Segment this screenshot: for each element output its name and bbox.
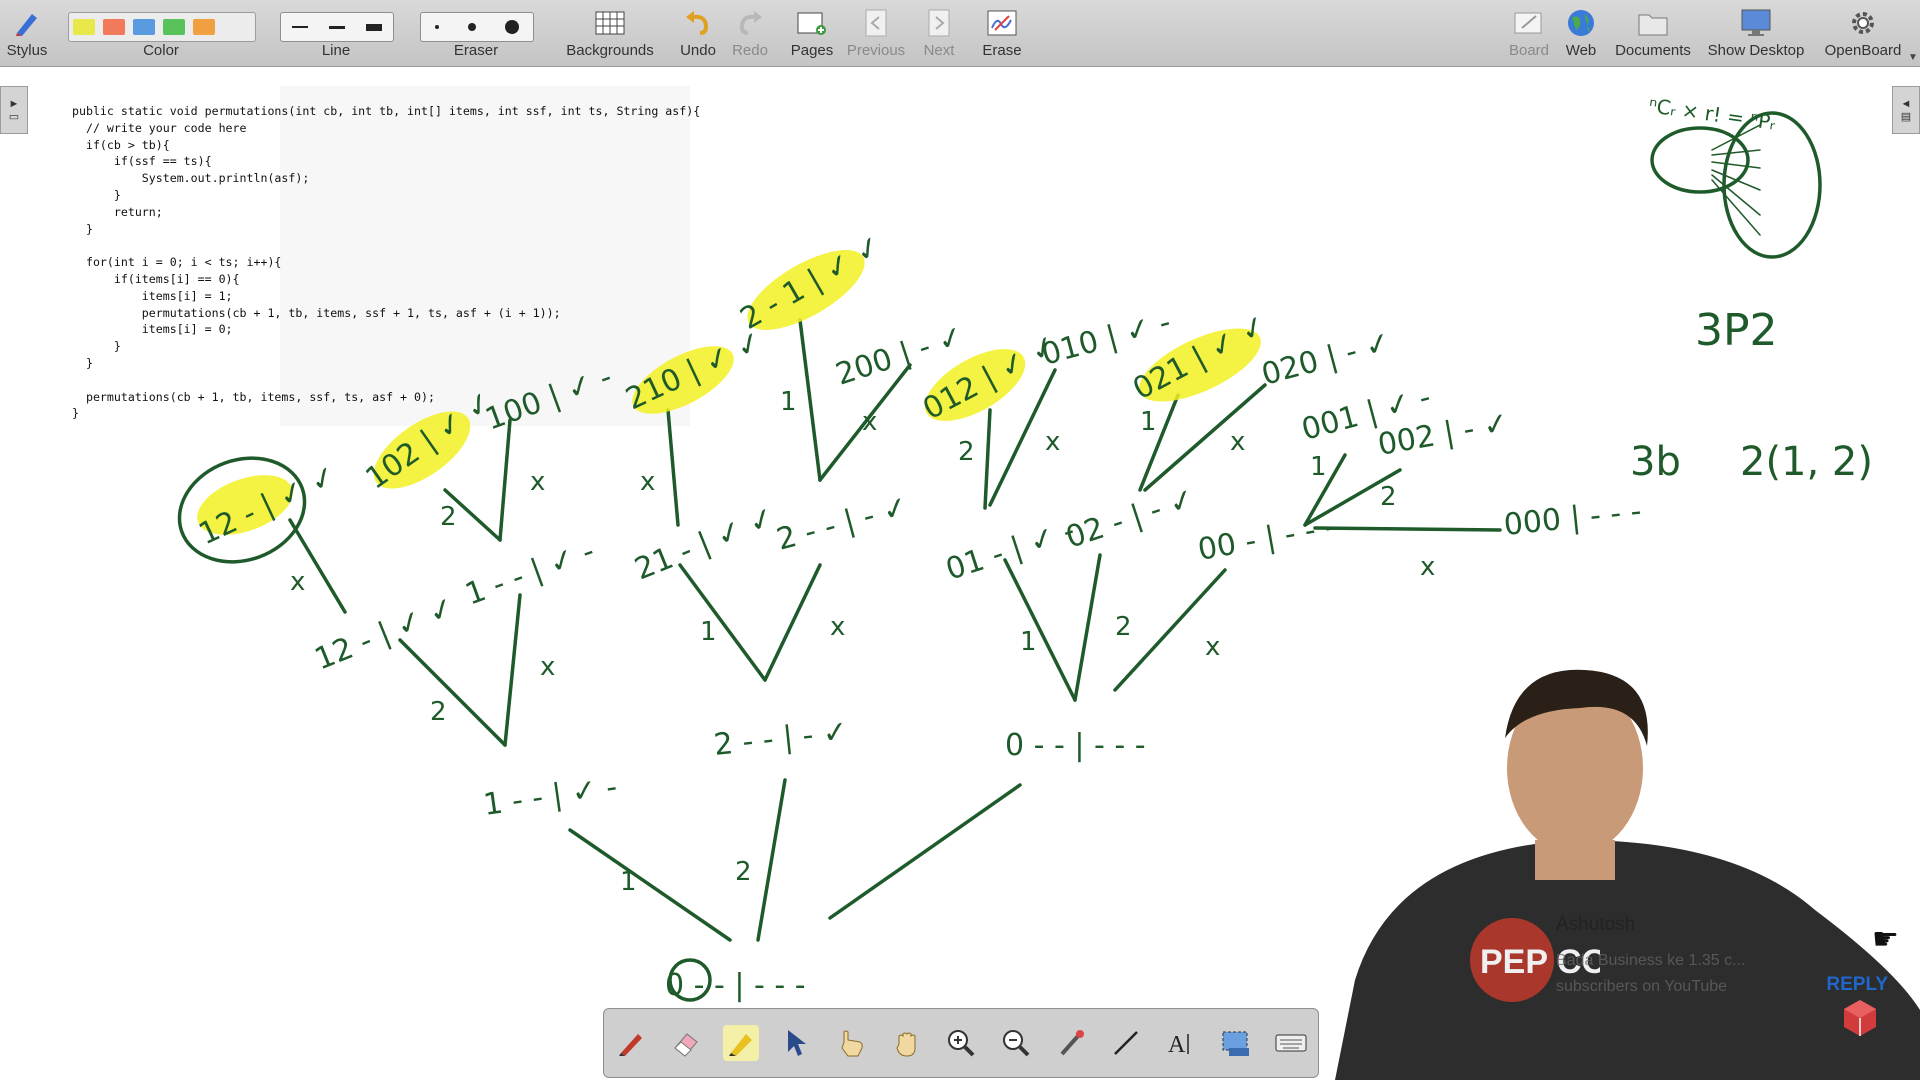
text-icon: A bbox=[1168, 1032, 1189, 1058]
edge-mark: 2 bbox=[958, 437, 975, 467]
edge-mark: 1 bbox=[1310, 452, 1327, 482]
eraser-tool[interactable] bbox=[668, 1025, 704, 1061]
edge-mark: 2 bbox=[735, 857, 752, 887]
comment-text: Bada Business ke 1.35 c... subscribers o… bbox=[1556, 952, 1746, 995]
tree-edge bbox=[1073, 553, 1102, 702]
level3-node-label: 102 | ✓ ✓ bbox=[360, 384, 500, 497]
sketch-ellipse bbox=[1722, 111, 1822, 259]
sketch-ellipse bbox=[1650, 126, 1750, 194]
example-right-note: 2(1, 2) bbox=[1740, 439, 1873, 485]
keyboard-icon bbox=[1275, 1034, 1307, 1052]
interact-tool[interactable] bbox=[833, 1025, 869, 1061]
tree-edge bbox=[763, 563, 822, 682]
text-tool[interactable]: A bbox=[1163, 1025, 1199, 1061]
edge-mark: x bbox=[1420, 552, 1435, 582]
edge-mark: 1 bbox=[620, 867, 637, 897]
level2-node-label: 1 - - | ✓ - bbox=[461, 534, 599, 613]
edge-mark: 1 bbox=[1020, 627, 1037, 657]
tree-edge bbox=[828, 783, 1022, 920]
edge-mark: x bbox=[540, 652, 555, 682]
level3-node-label: 210 | ✓ ✓ bbox=[621, 324, 768, 418]
cube-logo-icon bbox=[1840, 998, 1880, 1038]
marker-tool[interactable] bbox=[723, 1025, 760, 1061]
pen-tool[interactable] bbox=[613, 1025, 649, 1061]
sketch-lines bbox=[1711, 124, 1761, 236]
commenter-name: Ashutosh bbox=[1556, 914, 1636, 935]
tree-edge bbox=[288, 518, 347, 614]
edge-mark: 2 bbox=[1380, 482, 1397, 512]
level2-node-label: 21 - | ✓ ✓ bbox=[630, 500, 780, 588]
tool-palette: A bbox=[603, 1008, 1319, 1078]
level2-node-label: 01 - | ✓ - bbox=[942, 513, 1080, 587]
level2-node-label: 02 - | - ✓ bbox=[1062, 481, 1200, 555]
capture-icon bbox=[1222, 1031, 1249, 1056]
edge-mark: 1 bbox=[700, 617, 717, 647]
tree-edge bbox=[498, 418, 512, 542]
tree-edge bbox=[983, 408, 992, 510]
level2-node-label: 2 - - | - ✓ bbox=[773, 489, 912, 558]
laser-pointer-tool[interactable] bbox=[1053, 1025, 1089, 1061]
highlighter-icon bbox=[729, 1034, 753, 1056]
tree-edge bbox=[798, 318, 822, 482]
selector-tool[interactable] bbox=[778, 1025, 814, 1061]
capture-tool[interactable] bbox=[1218, 1025, 1254, 1061]
eraser-icon bbox=[674, 1033, 699, 1057]
tree-edge bbox=[678, 563, 767, 682]
edge-mark: x bbox=[1045, 427, 1060, 457]
arrow-pointer-icon bbox=[788, 1030, 807, 1056]
keyboard-tool[interactable] bbox=[1273, 1025, 1309, 1061]
level2-node-label: 00 - | - - - bbox=[1195, 509, 1338, 568]
level3-node-label: 100 | ✓ - bbox=[481, 359, 617, 437]
tree-edge bbox=[503, 593, 522, 747]
edge-mark: x bbox=[1230, 427, 1245, 457]
edge-mark: 2 bbox=[1115, 612, 1132, 642]
laser-pointer-icon bbox=[1060, 1030, 1084, 1056]
edge-mark: 2 bbox=[440, 502, 457, 532]
level3-node-label: 020 | - ✓ bbox=[1258, 325, 1395, 393]
edge-mark: x bbox=[530, 467, 545, 497]
tree-edge bbox=[568, 828, 732, 942]
svg-text:A: A bbox=[1168, 1032, 1186, 1058]
hand-tool[interactable] bbox=[888, 1025, 924, 1061]
edge-mark: x bbox=[640, 467, 655, 497]
level1-node-label: 1 - - | ✓ - bbox=[481, 770, 619, 823]
level2-node-label: 12 - | ✓ ✓ bbox=[310, 590, 460, 678]
root-node-label: 0 - - | - - - bbox=[665, 968, 806, 1003]
level3-node-label: 000 | - - - bbox=[1502, 494, 1643, 543]
edge-mark: x bbox=[1205, 632, 1220, 662]
level1-node-label: 2 - - | - ✓ bbox=[712, 714, 849, 763]
hand-cursor-icon: ☛ bbox=[1872, 923, 1899, 956]
example-left-note: 3b bbox=[1630, 439, 1681, 485]
edge-mark: 1 bbox=[780, 387, 797, 417]
tree-edge bbox=[1003, 558, 1077, 702]
line-tool[interactable] bbox=[1108, 1025, 1144, 1061]
zoom-out-tool[interactable] bbox=[998, 1025, 1034, 1061]
tree-edge bbox=[756, 778, 787, 942]
edge-mark: x bbox=[830, 612, 845, 642]
reply-button[interactable]: REPLY bbox=[1826, 974, 1888, 996]
line-icon bbox=[1113, 1031, 1138, 1055]
permutation-note: 3P2 bbox=[1695, 305, 1778, 356]
zoom-out-icon bbox=[1002, 1030, 1030, 1057]
tree-edge bbox=[1313, 526, 1502, 532]
zoom-in-icon bbox=[947, 1030, 975, 1057]
pen-icon bbox=[619, 1034, 643, 1056]
level1-node-label: 0 - - | - - - bbox=[1005, 728, 1146, 763]
edge-mark: 1 bbox=[1140, 407, 1157, 437]
tree-edge bbox=[398, 638, 507, 747]
edge-mark: x bbox=[862, 407, 877, 437]
edge-mark: 2 bbox=[430, 697, 447, 727]
tree-edge bbox=[666, 408, 680, 527]
level3-node-label: 2 - 1 | ✓ ✓ bbox=[735, 228, 889, 337]
edge-mark: x bbox=[290, 567, 305, 597]
pointing-hand-icon bbox=[841, 1030, 863, 1057]
zoom-in-tool[interactable] bbox=[943, 1025, 979, 1061]
hand-icon bbox=[896, 1032, 916, 1057]
